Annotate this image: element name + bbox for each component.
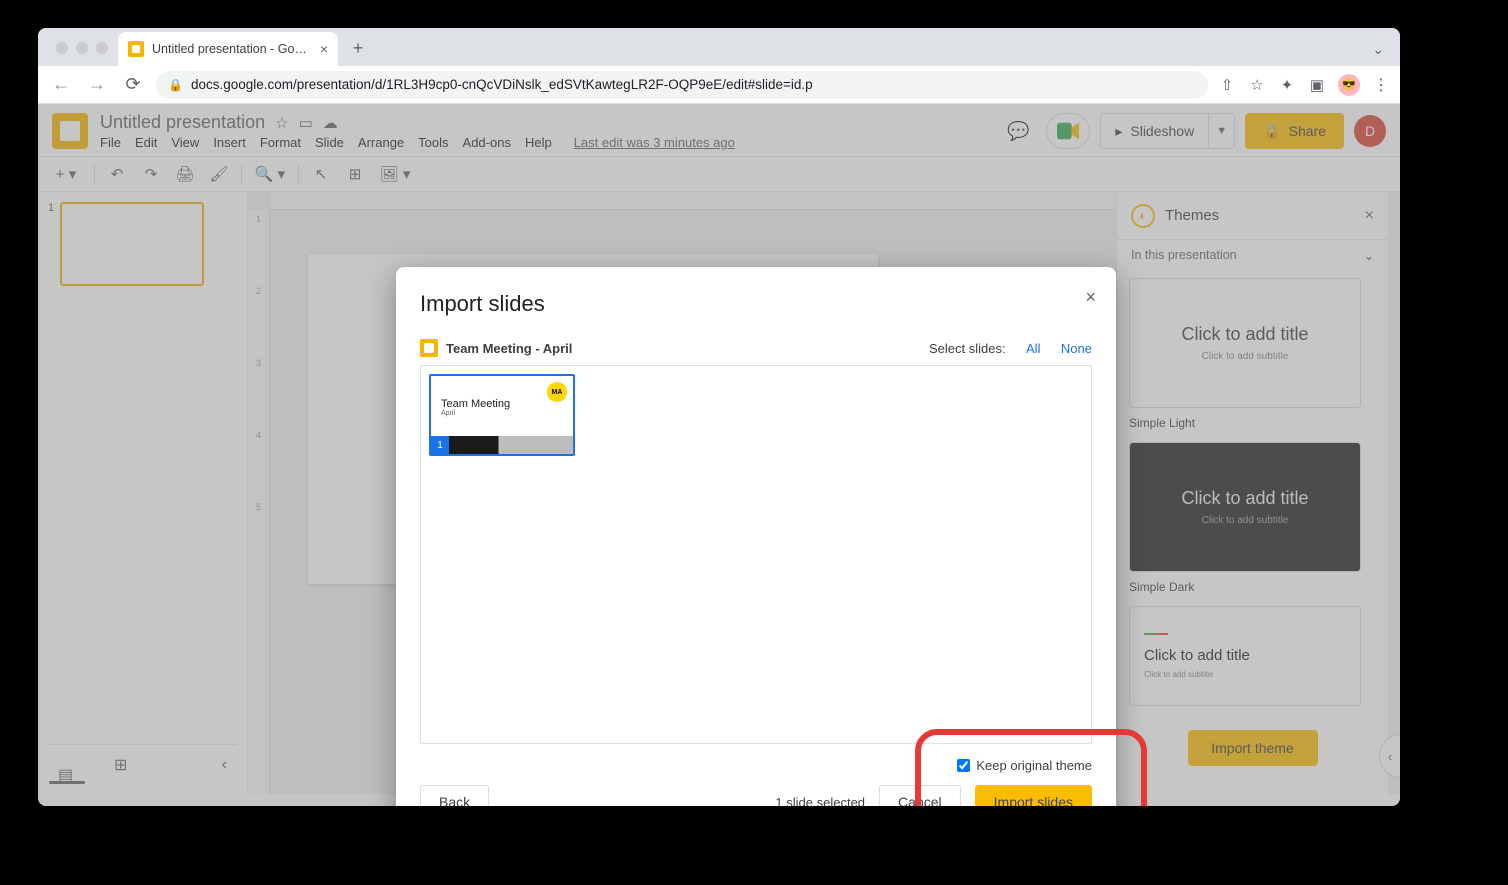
import-slides-dialog: Import slides × Team Meeting - April Sel…: [396, 267, 1116, 806]
extensions-icon[interactable]: ✦: [1278, 76, 1296, 94]
reload-button[interactable]: ⟳: [120, 72, 146, 98]
slides-app: Untitled presentation ☆ ▭ ☁ File Edit Vi…: [38, 104, 1400, 806]
url-input[interactable]: 🔒 docs.google.com/presentation/d/1RL3H9c…: [156, 71, 1208, 99]
source-presentation-name: Team Meeting - April: [446, 341, 572, 356]
bookmark-star-icon[interactable]: ☆: [1248, 76, 1266, 94]
forward-button: →: [84, 72, 110, 98]
thumb-subtitle: April: [441, 410, 563, 417]
back-button[interactable]: ←: [48, 72, 74, 98]
share-page-icon[interactable]: ⇧: [1218, 76, 1236, 94]
keep-original-theme-checkbox[interactable]: [957, 759, 970, 772]
lock-icon: 🔒: [168, 78, 183, 92]
window-traffic-lights[interactable]: [46, 42, 118, 66]
tab-strip: Untitled presentation - Google × + ⌄: [38, 28, 1400, 66]
cancel-button[interactable]: Cancel: [879, 785, 961, 806]
profile-avatar[interactable]: 😎: [1338, 74, 1360, 96]
browser-window: Untitled presentation - Google × + ⌄ ← →…: [38, 28, 1400, 806]
keep-original-theme-label: Keep original theme: [976, 758, 1092, 773]
select-all-link[interactable]: All: [1026, 341, 1040, 356]
thumb-title: Team Meeting: [441, 398, 563, 410]
slides-icon: [420, 339, 438, 357]
import-slides-button[interactable]: Import slides: [975, 785, 1092, 806]
back-button[interactable]: Back: [420, 785, 489, 806]
selection-status: 1 slide selected: [775, 795, 865, 807]
tab-list-chevron-icon[interactable]: ⌄: [1372, 41, 1400, 66]
slide-badge: MA: [547, 382, 567, 402]
thumb-image-strip: [449, 436, 573, 454]
dialog-title: Import slides: [420, 291, 1092, 317]
address-bar: ← → ⟳ 🔒 docs.google.com/presentation/d/1…: [38, 66, 1400, 104]
select-none-link[interactable]: None: [1061, 341, 1092, 356]
close-dialog-button[interactable]: ×: [1085, 287, 1096, 308]
thumb-number: 1: [431, 436, 449, 454]
kebab-menu-icon[interactable]: ⋮: [1372, 76, 1390, 94]
tab-title: Untitled presentation - Google: [152, 42, 312, 56]
browser-tab[interactable]: Untitled presentation - Google ×: [118, 32, 338, 66]
url-text: docs.google.com/presentation/d/1RL3H9cp0…: [191, 77, 813, 92]
new-tab-button[interactable]: +: [344, 34, 372, 62]
import-slide-thumbnail[interactable]: MA Team Meeting April 1: [429, 374, 575, 456]
slides-icon: [128, 41, 144, 57]
slides-grid: MA Team Meeting April 1: [420, 365, 1092, 744]
sidepanel-icon[interactable]: ▣: [1308, 76, 1326, 94]
select-slides-label: Select slides:: [929, 341, 1006, 356]
close-icon[interactable]: ×: [320, 41, 328, 57]
